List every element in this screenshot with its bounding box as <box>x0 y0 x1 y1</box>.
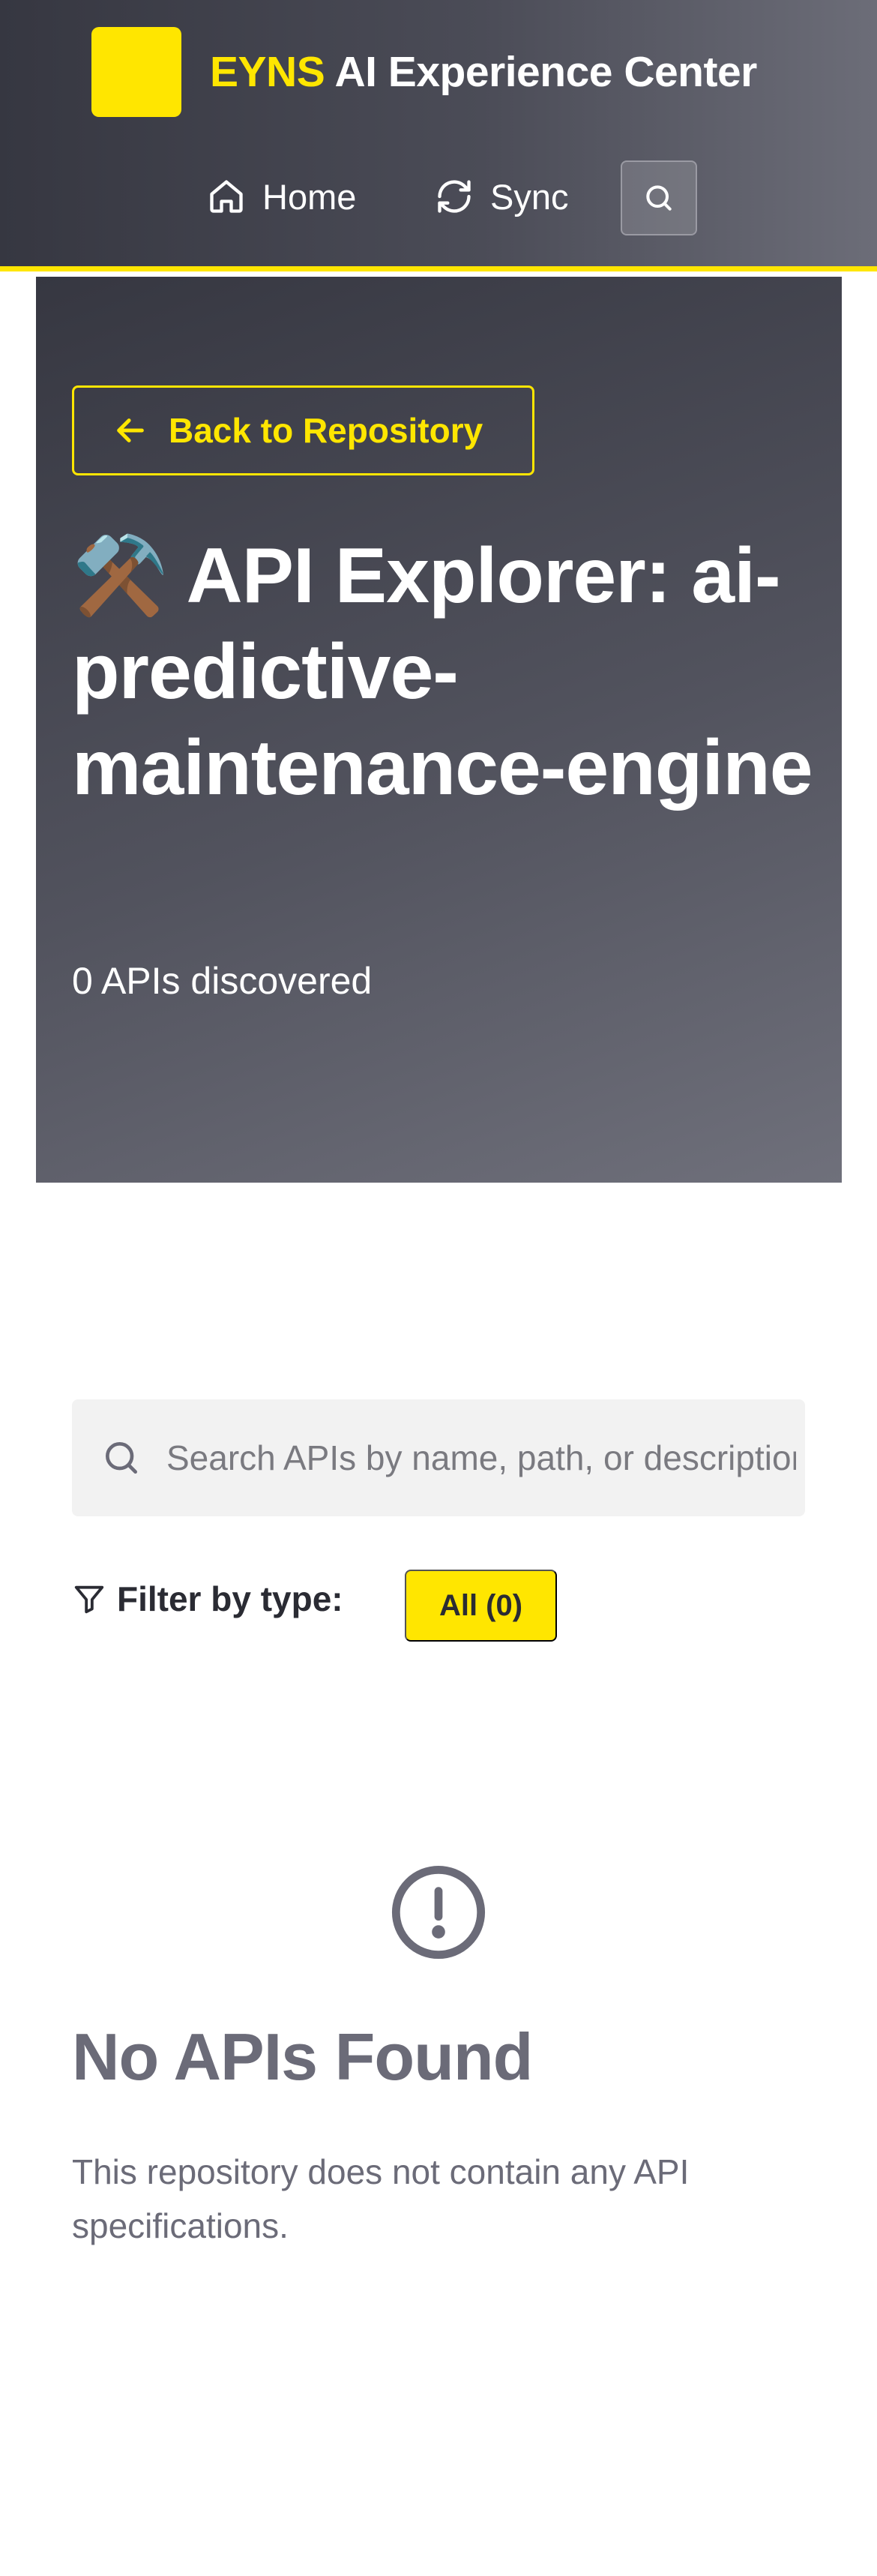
brand-title[interactable]: EYNS AI Experience Center <box>210 42 757 102</box>
home-icon <box>210 180 243 213</box>
search-icon <box>106 1442 138 1474</box>
brand-accent: EYNS <box>210 48 325 96</box>
main-nav: Home Sync <box>0 157 877 235</box>
nav-sync-link[interactable]: Sync <box>435 157 569 235</box>
logo-icon[interactable] <box>91 27 181 117</box>
api-search-input[interactable] <box>166 1399 796 1516</box>
header-search-button[interactable] <box>621 160 697 235</box>
page-title: ⚒️ API Explorer: ai-predictive-maintenan… <box>72 532 813 811</box>
sync-icon <box>438 180 471 213</box>
empty-state-description: This repository does not contain any API… <box>72 2152 690 2245</box>
search-icon <box>646 185 672 211</box>
filter-label: Filter by type: <box>72 1573 343 1624</box>
nav-sync-label: Sync <box>490 176 569 217</box>
filter-label-text: Filter by type: <box>117 1579 343 1618</box>
hero-banner: Back to Repository ⚒️ API Explorer: ai-p… <box>36 277 842 1183</box>
alert-circle-icon <box>391 1865 486 1960</box>
filter-chip-all[interactable]: All (0) <box>405 1570 557 1642</box>
back-button-label: Back to Repository <box>169 411 483 450</box>
api-count-text: 0 APIs discovered <box>72 960 373 1002</box>
brand-rest: AI Experience Center <box>334 48 757 96</box>
filter-icon <box>74 1585 104 1614</box>
arrow-left-icon <box>117 418 144 442</box>
back-to-repository-button[interactable]: Back to Repository <box>72 385 534 475</box>
nav-home-label: Home <box>262 176 357 217</box>
nav-home-link[interactable]: Home <box>207 157 356 235</box>
empty-state-title: No APIs Found <box>72 2020 533 2094</box>
api-search-box <box>72 1399 805 1516</box>
top-header: EYNS AI Experience Center Home Sync <box>0 0 877 271</box>
